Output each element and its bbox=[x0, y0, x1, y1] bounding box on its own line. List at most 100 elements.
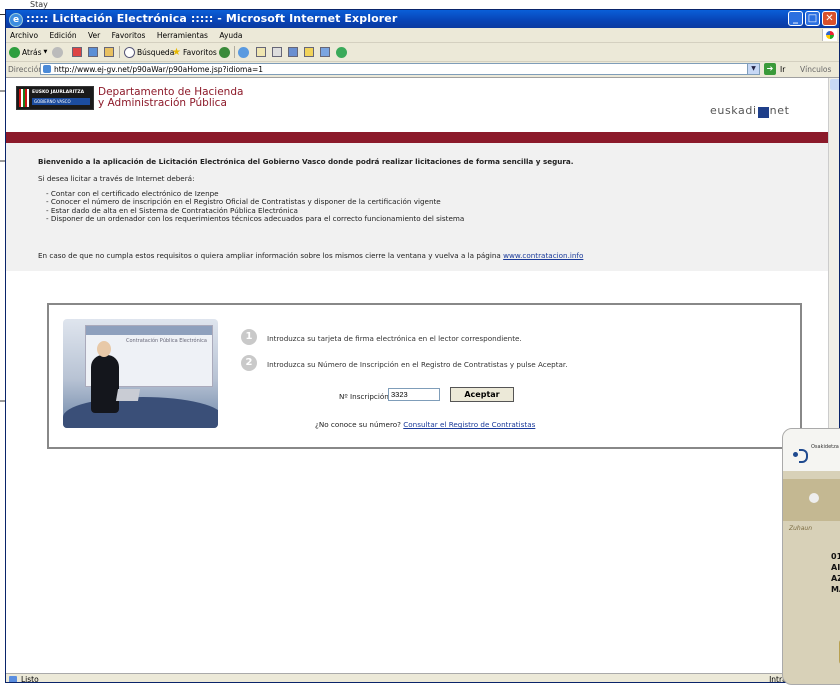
links-button[interactable]: Vínculos bbox=[800, 65, 831, 74]
menu-ayuda[interactable]: Ayuda bbox=[215, 28, 247, 40]
print-button[interactable] bbox=[272, 46, 282, 58]
menu-ver[interactable]: Ver bbox=[84, 28, 105, 40]
address-bar: Dirección http://www.ej-gv.net/p90aWar/p… bbox=[6, 62, 839, 78]
back-button[interactable]: Atrás ▼ bbox=[9, 46, 47, 58]
dropdown-arrow-icon: ▼ bbox=[43, 49, 48, 55]
intro-panel: Bienvenido a la aplicación de Licitación… bbox=[6, 143, 828, 271]
card-italic-text: Zuhaun bbox=[789, 525, 812, 532]
favorites-label: Favoritos bbox=[182, 47, 217, 57]
menu-herramientas[interactable]: Herramientas bbox=[153, 28, 213, 40]
stop-icon bbox=[72, 47, 82, 57]
status-bar: Listo Intranet bbox=[6, 673, 839, 683]
address-input[interactable]: http://www.ej-gv.net/p90aWar/p90aHome.js… bbox=[40, 63, 760, 75]
favorites-button[interactable]: ★ Favoritos bbox=[172, 46, 217, 58]
card-band bbox=[783, 479, 840, 521]
page-icon bbox=[43, 65, 51, 73]
ie-icon: e bbox=[9, 13, 23, 27]
menu-favoritos[interactable]: Favoritos bbox=[108, 28, 151, 40]
photo-head bbox=[97, 341, 111, 357]
media-icon bbox=[219, 46, 230, 58]
inscription-label: Nº Inscripción: bbox=[339, 392, 392, 401]
card-line: 01 bbox=[831, 552, 840, 561]
welcome-text: Bienvenido a la aplicación de Licitación… bbox=[38, 157, 574, 166]
stop-button[interactable] bbox=[72, 46, 82, 58]
department-line-2: y Administración Pública bbox=[98, 97, 227, 109]
toolbar-separator bbox=[119, 46, 120, 58]
card-line: AI bbox=[831, 563, 840, 572]
print-icon bbox=[272, 47, 282, 57]
step-1-text: Introduzca su tarjeta de firma electróni… bbox=[267, 334, 522, 343]
inscription-input[interactable] bbox=[388, 388, 440, 401]
research-icon bbox=[320, 47, 330, 57]
gobierno-vasco-logo: EUSKO JAURLARITZA GOBIERNO VASCO bbox=[16, 86, 94, 110]
mail-icon bbox=[256, 47, 266, 57]
history-icon bbox=[238, 46, 249, 58]
status-text: Listo bbox=[21, 675, 39, 683]
toolbar: Atrás ▼ Búsqueda ★ Favoritos bbox=[6, 43, 839, 62]
maximize-button[interactable]: □ bbox=[805, 11, 820, 26]
accept-button[interactable]: Aceptar bbox=[450, 387, 514, 402]
menu-bar: Archivo Edición Ver Favoritos Herramient… bbox=[6, 28, 839, 43]
photo-rock bbox=[63, 397, 218, 428]
step-2-badge: 2 bbox=[241, 355, 257, 371]
search-button[interactable]: Búsqueda bbox=[124, 46, 174, 58]
address-label: Dirección bbox=[8, 65, 44, 74]
card-band-dot bbox=[809, 493, 819, 503]
discuss-button[interactable] bbox=[304, 46, 314, 58]
registry-link[interactable]: Consultar el Registro de Contratistas bbox=[403, 420, 535, 429]
star-icon: ★ bbox=[172, 46, 181, 58]
messenger-icon bbox=[336, 46, 347, 58]
site-header: EUSKO JAURLARITZA GOBIERNO VASCO Departa… bbox=[6, 78, 828, 133]
go-button[interactable]: Ir bbox=[780, 65, 785, 74]
scroll-up-icon[interactable] bbox=[830, 79, 839, 90]
mail-button[interactable] bbox=[256, 46, 266, 58]
windows-logo-icon bbox=[822, 29, 837, 41]
photo-person bbox=[91, 355, 119, 413]
search-icon bbox=[124, 46, 135, 58]
lead-text: Si desea licitar a través de Internet de… bbox=[38, 174, 195, 183]
edit-icon bbox=[288, 47, 298, 57]
photo-screen-header bbox=[86, 326, 212, 335]
card-brand: Osakidetza bbox=[811, 444, 839, 450]
refresh-icon bbox=[88, 47, 98, 57]
laptop-icon bbox=[115, 389, 141, 401]
page-content: EUSKO JAURLARITZA GOBIERNO VASCO Departa… bbox=[6, 78, 828, 673]
history-button[interactable] bbox=[238, 46, 249, 58]
menu-edicion[interactable]: Edición bbox=[45, 28, 81, 40]
login-panel: Contratación Pública Electrónica 1 Intro… bbox=[47, 303, 802, 449]
intro-footer: En caso de que no cumpla estos requisito… bbox=[38, 251, 583, 260]
window-title: ::::: Licitación Electrónica ::::: - Mic… bbox=[26, 12, 398, 25]
edit-button[interactable] bbox=[288, 46, 298, 58]
ikurrina-icon bbox=[19, 89, 29, 107]
forward-button[interactable] bbox=[52, 46, 63, 58]
address-dropdown-icon[interactable]: ▼ bbox=[747, 64, 759, 74]
card-top: Osakidetza bbox=[783, 429, 840, 471]
go-arrow-icon[interactable]: ➔ bbox=[764, 63, 776, 75]
back-arrow-icon bbox=[9, 46, 20, 58]
euskadi-logo-right: net bbox=[769, 104, 790, 117]
messenger-button[interactable] bbox=[336, 46, 347, 58]
requirements-list: Contar con el certificado electrónico de… bbox=[46, 189, 464, 223]
title-bar[interactable]: e ::::: Licitación Electrónica ::::: - M… bbox=[6, 10, 839, 28]
euskadinet-logo: euskadi net bbox=[710, 104, 790, 118]
address-url: http://www.ej-gv.net/p90aWar/p90aHome.js… bbox=[54, 65, 263, 74]
close-button[interactable]: ✕ bbox=[822, 11, 837, 26]
home-icon bbox=[104, 47, 114, 57]
card-line: AZ bbox=[831, 574, 840, 583]
registry-help-text: ¿No conoce su número? bbox=[315, 420, 401, 429]
refresh-button[interactable] bbox=[88, 46, 98, 58]
back-label: Atrás bbox=[22, 47, 42, 57]
minimize-button[interactable]: _ bbox=[788, 11, 803, 26]
menu-archivo[interactable]: Archivo bbox=[6, 28, 43, 40]
logo-text-spanish: GOBIERNO VASCO bbox=[32, 98, 90, 105]
card-lines: 01 AI AZ MA bbox=[831, 551, 840, 595]
home-button[interactable] bbox=[104, 46, 114, 58]
search-label: Búsqueda bbox=[137, 47, 175, 57]
research-button[interactable] bbox=[320, 46, 330, 58]
media-button[interactable] bbox=[219, 46, 230, 58]
card-line: MA bbox=[831, 585, 840, 594]
logo-text-basque: EUSKO JAURLARITZA bbox=[32, 90, 85, 95]
contratacion-link[interactable]: www.contratacion.info bbox=[503, 251, 583, 260]
toolbar-separator bbox=[234, 46, 235, 58]
euskadi-logo-mark-icon bbox=[757, 107, 769, 118]
